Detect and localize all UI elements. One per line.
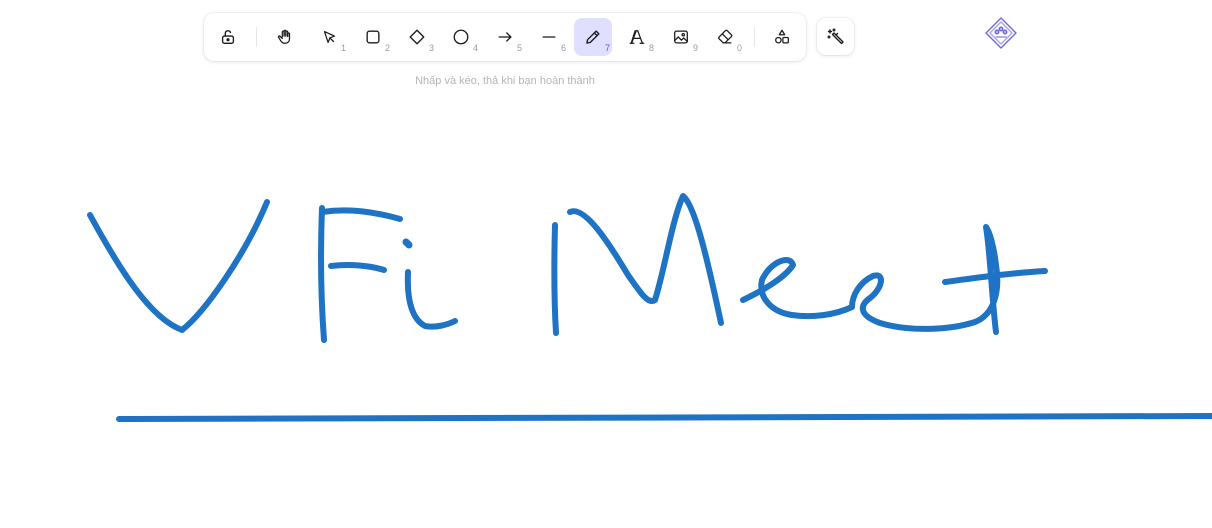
tool-key-hint: 7: [604, 43, 610, 53]
tool-hand[interactable]: [266, 18, 304, 56]
shapes-icon: [775, 29, 789, 44]
tool-eraser[interactable]: 0: [706, 18, 744, 56]
magic-wand-icon: [826, 27, 844, 44]
tool-image[interactable]: 9: [662, 18, 700, 56]
whiteboard-app: 1 2 3 4 5 6 7 8 9 0 Nhấp và kéo, thả khi…: [0, 0, 1212, 528]
diamond-icon: [409, 29, 425, 45]
stroke-letter-i-dot[interactable]: [402, 238, 413, 249]
text-a-icon: [629, 30, 645, 44]
stroke-letter-f-top[interactable]: [319, 207, 403, 222]
tool-arrow[interactable]: 5: [486, 18, 524, 56]
tool-lock[interactable]: [209, 18, 247, 56]
tool-key-hint: 4: [472, 43, 478, 53]
tool-key-hint: 9: [692, 43, 698, 53]
toolbar-divider: [754, 27, 755, 47]
pencil-icon: [586, 30, 600, 44]
tool-key-hint: 1: [340, 43, 346, 53]
lock-open-icon: [221, 30, 235, 44]
stroke-letter-m-stem[interactable]: [551, 222, 559, 336]
stroke-letter-f-stem[interactable]: [317, 205, 327, 343]
stroke-letter-f-mid[interactable]: [328, 262, 387, 273]
tool-extra-shapes[interactable]: [763, 18, 801, 56]
hand-icon: [277, 29, 291, 44]
tool-hint-text: Nhấp và kéo, thả khi bạn hoàn thành: [415, 75, 595, 87]
cursor-arrow-icon: [323, 30, 336, 44]
library-icon: [985, 17, 1017, 49]
tool-ellipse[interactable]: 4: [442, 18, 480, 56]
tool-key-hint: 5: [516, 43, 522, 53]
tool-key-hint: 8: [648, 43, 654, 53]
main-toolbar: 1 2 3 4 5 6 7 8 9 0: [204, 13, 806, 61]
stroke-letter-m-body[interactable]: [567, 193, 724, 326]
image-icon: [674, 30, 688, 44]
tool-text[interactable]: 8: [618, 18, 656, 56]
stroke-letter-i-stem[interactable]: [404, 269, 458, 330]
tool-draw[interactable]: 7: [574, 18, 612, 56]
tool-diamond[interactable]: 3: [398, 18, 436, 56]
arrow-right-icon: [498, 32, 512, 42]
tool-line[interactable]: 6: [530, 18, 568, 56]
eraser-icon: [718, 29, 733, 44]
tool-key-hint: 3: [428, 43, 434, 53]
circle-icon: [453, 29, 469, 45]
square-icon: [366, 30, 380, 44]
tool-key-hint: 0: [736, 43, 742, 53]
toolbar-divider: [256, 27, 257, 47]
tool-rectangle[interactable]: 2: [354, 18, 392, 56]
stroke-underline[interactable]: [116, 413, 1212, 422]
magic-tool-button[interactable]: [817, 18, 854, 55]
line-icon: [542, 36, 556, 38]
tool-selection[interactable]: 1: [310, 18, 348, 56]
tool-key-hint: 6: [560, 43, 566, 53]
tool-key-hint: 2: [384, 43, 390, 53]
library-button[interactable]: [983, 15, 1019, 51]
stroke-letter-v[interactable]: [87, 199, 270, 333]
